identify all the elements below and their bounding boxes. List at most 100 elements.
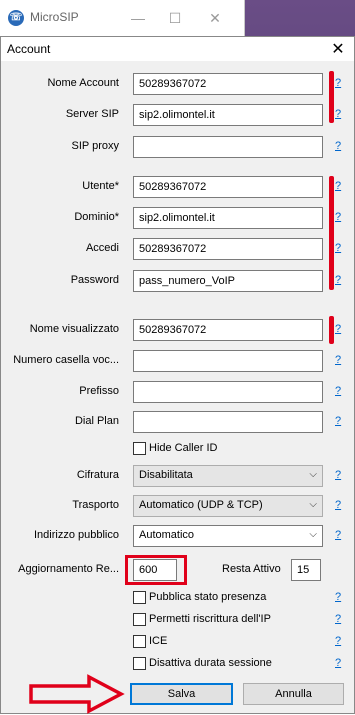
publish-presence-checkbox[interactable]: Pubblica stato presenza ? bbox=[133, 590, 348, 606]
public-address-help-link[interactable]: ? bbox=[335, 529, 341, 541]
registration-label: Aggiornamento Re... bbox=[18, 563, 119, 575]
display-name-label: Nome visualizzato bbox=[29, 323, 119, 335]
disable-session-timer-checkbox[interactable]: Disattiva durata sessione ? bbox=[133, 656, 348, 672]
dial-plan-row: Dial Plan ? bbox=[1, 411, 354, 433]
domain-field[interactable] bbox=[133, 207, 323, 229]
chevron-down-icon: ⌵ bbox=[309, 499, 317, 510]
allow-ip-rewrite-help-link[interactable]: ? bbox=[335, 613, 341, 625]
user-field[interactable] bbox=[133, 176, 323, 198]
dialog-close-button[interactable]: ✕ bbox=[328, 39, 348, 59]
encryption-row: Cifratura Disabilitata ⌵ ? bbox=[1, 465, 354, 487]
encryption-label: Cifratura bbox=[76, 469, 119, 481]
dial-plan-field[interactable] bbox=[133, 411, 323, 433]
public-address-row: Indirizzo pubblico Automatico ⌵ ? bbox=[1, 525, 354, 547]
transport-select[interactable]: Automatico (UDP & TCP) ⌵ bbox=[133, 495, 323, 517]
prefix-help-link[interactable]: ? bbox=[335, 385, 341, 397]
hide-caller-id-box[interactable] bbox=[133, 442, 146, 455]
hide-caller-id-checkbox[interactable]: Hide Caller ID bbox=[133, 441, 348, 457]
account-name-field[interactable] bbox=[133, 73, 323, 95]
sip-server-row: Server SIP ? bbox=[1, 104, 354, 126]
voicemail-help-link[interactable]: ? bbox=[335, 354, 341, 366]
publish-presence-label: Pubblica stato presenza bbox=[149, 591, 267, 603]
sip-proxy-field[interactable] bbox=[133, 136, 323, 158]
login-help-link[interactable]: ? bbox=[335, 242, 341, 254]
user-label: Utente* bbox=[82, 180, 119, 192]
sip-proxy-label: SIP proxy bbox=[71, 140, 120, 152]
ice-help-link[interactable]: ? bbox=[335, 635, 341, 647]
account-name-row: Nome Account ? bbox=[1, 73, 354, 95]
voicemail-label: Numero casella voc... bbox=[13, 354, 119, 366]
login-field[interactable] bbox=[133, 238, 323, 260]
annotation-highlight-box bbox=[125, 555, 187, 585]
encryption-help-link[interactable]: ? bbox=[335, 469, 341, 481]
maximize-icon[interactable]: ☐ bbox=[165, 8, 185, 28]
ice-checkbox[interactable]: ICE ? bbox=[133, 634, 348, 650]
annotation-bar bbox=[329, 316, 334, 344]
display-name-help-link[interactable]: ? bbox=[335, 323, 341, 335]
allow-ip-rewrite-checkbox[interactable]: Permetti riscrittura dell'IP ? bbox=[133, 612, 348, 628]
sip-proxy-help-link[interactable]: ? bbox=[335, 140, 341, 152]
annotation-arrow-icon bbox=[29, 674, 125, 714]
allow-ip-rewrite-box[interactable] bbox=[133, 613, 146, 626]
sip-server-help-link[interactable]: ? bbox=[335, 108, 341, 120]
annotation-bar bbox=[329, 71, 334, 123]
sip-server-label: Server SIP bbox=[65, 108, 119, 120]
account-name-label: Nome Account bbox=[47, 77, 119, 89]
transport-help-link[interactable]: ? bbox=[335, 499, 341, 511]
prefix-row: Prefisso ? bbox=[1, 381, 354, 403]
public-address-select[interactable]: Automatico ⌵ bbox=[133, 525, 323, 547]
ice-label: ICE bbox=[149, 635, 168, 647]
account-dialog: Account ✕ Nome Account ? Server SIP ? SI… bbox=[0, 36, 355, 714]
public-address-value: Automatico bbox=[139, 529, 195, 541]
public-address-label: Indirizzo pubblico bbox=[34, 529, 119, 541]
close-icon[interactable]: ✕ bbox=[205, 8, 225, 28]
password-field[interactable] bbox=[133, 270, 323, 292]
user-help-link[interactable]: ? bbox=[335, 180, 341, 192]
voicemail-row: Numero casella voc... ? bbox=[1, 350, 354, 372]
main-window-titlebar: ☏ MicroSIP — ☐ ✕ bbox=[0, 0, 245, 36]
microsip-logo-icon: ☏ bbox=[8, 10, 24, 26]
user-row: Utente* ? bbox=[1, 176, 354, 198]
ice-box[interactable] bbox=[133, 635, 146, 648]
transport-row: Trasporto Automatico (UDP & TCP) ⌵ ? bbox=[1, 495, 354, 517]
dialog-body: Nome Account ? Server SIP ? SIP proxy ? … bbox=[1, 61, 354, 714]
domain-label: Dominio* bbox=[74, 211, 119, 223]
transport-value: Automatico (UDP & TCP) bbox=[139, 499, 263, 511]
allow-ip-rewrite-label: Permetti riscrittura dell'IP bbox=[149, 613, 271, 625]
dialog-titlebar: Account ✕ bbox=[1, 37, 354, 61]
disable-session-timer-box[interactable] bbox=[133, 657, 146, 670]
password-help-link[interactable]: ? bbox=[335, 274, 341, 286]
save-button[interactable]: Salva bbox=[130, 683, 233, 705]
voicemail-field[interactable] bbox=[133, 350, 323, 372]
annotation-bar bbox=[329, 176, 334, 290]
sip-proxy-row: SIP proxy ? bbox=[1, 136, 354, 158]
publish-presence-box[interactable] bbox=[133, 591, 146, 604]
domain-help-link[interactable]: ? bbox=[335, 211, 341, 223]
chevron-down-icon: ⌵ bbox=[309, 469, 317, 480]
domain-row: Dominio* ? bbox=[1, 207, 354, 229]
disable-session-timer-label: Disattiva durata sessione bbox=[149, 657, 272, 669]
sip-server-field[interactable] bbox=[133, 104, 323, 126]
login-row: Accedi ? bbox=[1, 238, 354, 260]
display-name-field[interactable] bbox=[133, 319, 323, 341]
prefix-field[interactable] bbox=[133, 381, 323, 403]
cancel-button[interactable]: Annulla bbox=[243, 683, 344, 705]
publish-presence-help-link[interactable]: ? bbox=[335, 591, 341, 603]
display-name-row: Nome visualizzato ? bbox=[1, 319, 354, 341]
chevron-down-icon: ⌵ bbox=[309, 529, 317, 540]
login-label: Accedi bbox=[85, 242, 119, 254]
prefix-label: Prefisso bbox=[79, 385, 119, 397]
hide-caller-id-label: Hide Caller ID bbox=[149, 442, 218, 454]
main-window-title: MicroSIP bbox=[30, 10, 79, 24]
dialog-title: Account bbox=[7, 42, 51, 56]
password-label: Password bbox=[70, 274, 119, 286]
transport-label: Trasporto bbox=[72, 499, 119, 511]
account-name-help-link[interactable]: ? bbox=[335, 77, 341, 89]
keep-alive-field[interactable] bbox=[291, 559, 321, 581]
disable-session-timer-help-link[interactable]: ? bbox=[335, 657, 341, 669]
encryption-value: Disabilitata bbox=[139, 469, 193, 481]
minimize-icon[interactable]: — bbox=[128, 8, 148, 28]
dial-plan-help-link[interactable]: ? bbox=[335, 415, 341, 427]
encryption-select[interactable]: Disabilitata ⌵ bbox=[133, 465, 323, 487]
password-row: Password ? bbox=[1, 270, 354, 292]
